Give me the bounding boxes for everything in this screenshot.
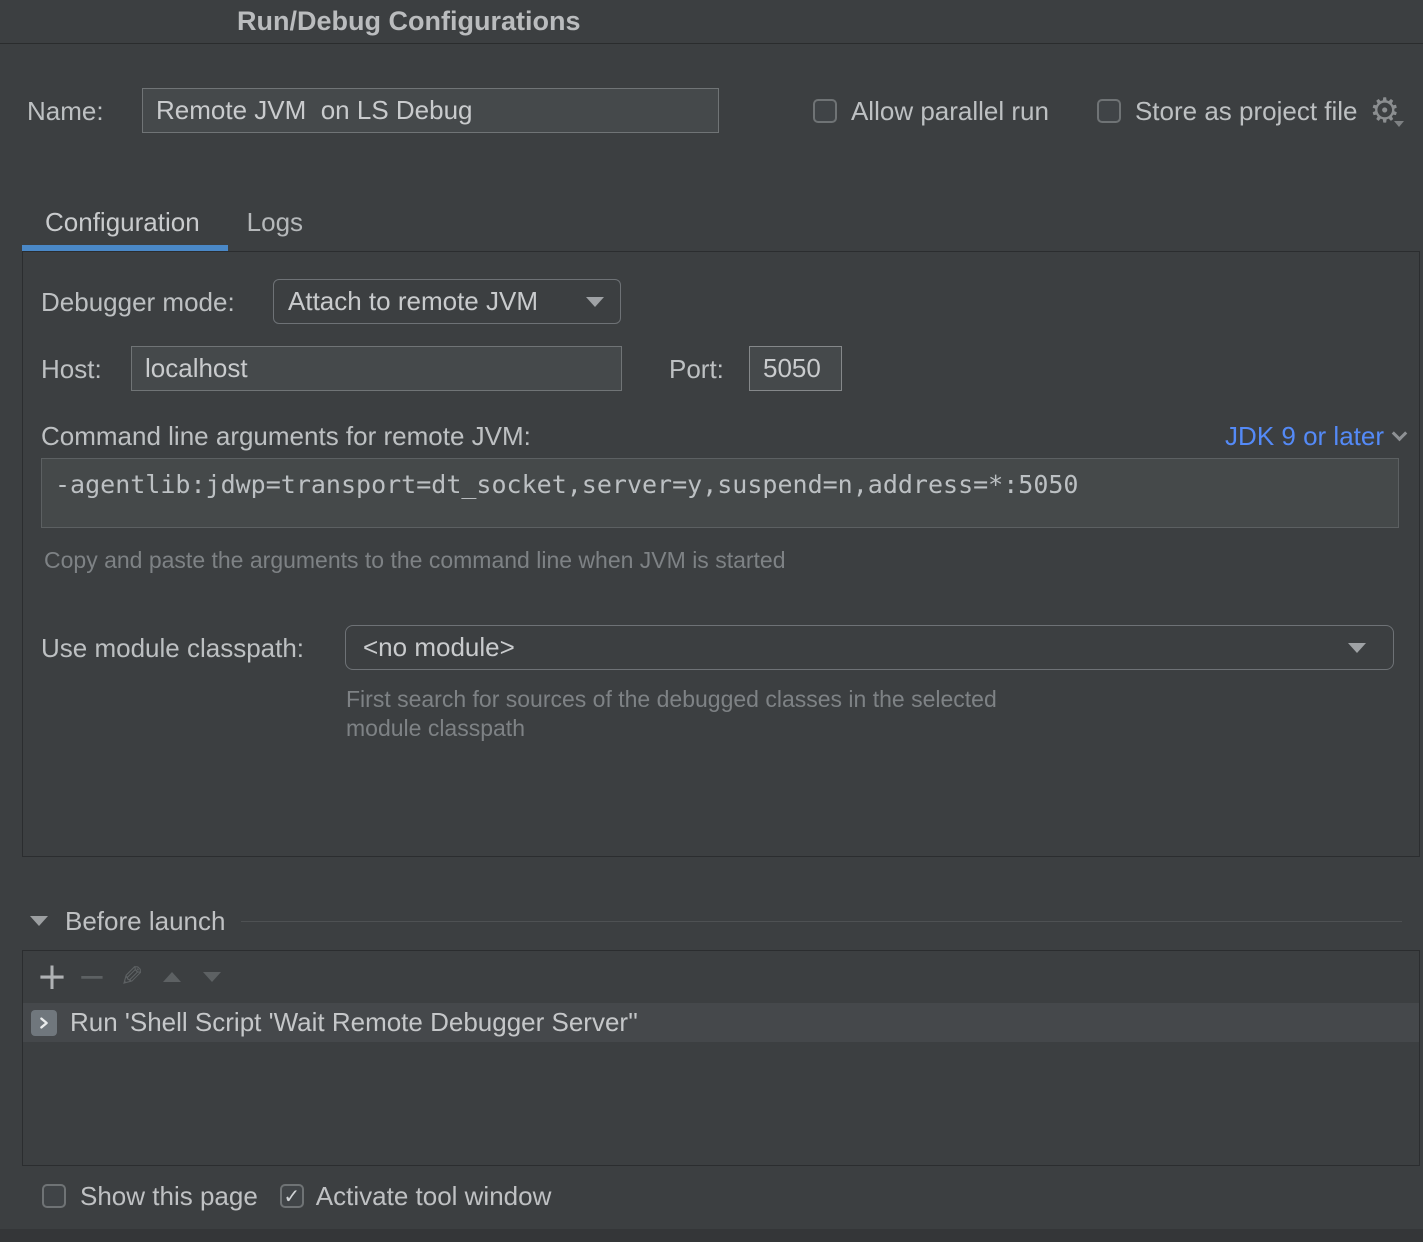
chevron-down-icon [586,297,604,307]
module-classpath-hint-line2: module classpath [346,714,997,743]
before-launch-toolbar: + − ✎ [23,951,1419,1003]
store-as-project-file-label: Store as project file [1135,97,1358,125]
dialog-footer-options: Show this page ✓ Activate tool window [42,1182,551,1210]
command-line-args-field[interactable]: -agentlib:jdwp=transport=dt_socket,serve… [41,458,1399,528]
port-label: Port: [669,355,724,383]
module-classpath-label: Use module classpath: [41,634,304,662]
before-launch-task-row[interactable]: Run 'Shell Script 'Wait Remote Debugger … [23,1003,1419,1042]
command-line-args-label: Command line arguments for remote JVM: [41,422,531,450]
arrow-up-icon [163,972,181,982]
command-line-args-hint: Copy and paste the arguments to the comm… [44,546,786,575]
before-launch-panel: + − ✎ Run 'Shell Script 'Wait Remote Deb… [22,950,1420,1166]
collapse-triangle-icon[interactable] [30,916,48,926]
run-task-icon [31,1010,57,1036]
section-divider [241,921,1402,922]
tab-bar: Configuration Logs [22,199,323,245]
store-settings-button[interactable]: ⚙ [1370,94,1400,128]
minus-icon: − [78,960,107,994]
before-launch-title: Before launch [65,906,225,937]
run-debug-configurations-dialog: Run/Debug Configurations Name: Allow par… [0,0,1423,1242]
pencil-icon: ✎ [120,960,143,994]
module-classpath-hint-line1: First search for sources of the debugged… [346,685,997,714]
module-classpath-select[interactable]: <no module> [345,625,1394,670]
allow-parallel-run-checkbox[interactable] [813,99,837,123]
jdk-version-value: JDK 9 or later [1225,422,1384,450]
chevron-down-icon [1394,121,1404,127]
dialog-title: Run/Debug Configurations [237,0,580,43]
debugger-mode-select[interactable]: Attach to remote JVM [273,279,621,324]
configuration-panel: Debugger mode: Attach to remote JVM Host… [22,251,1420,857]
host-input[interactable] [131,346,622,391]
activate-tool-window-checkbox[interactable]: ✓ [280,1184,304,1208]
tab-configuration[interactable]: Configuration [22,199,223,245]
add-button[interactable]: + [35,960,69,994]
tab-logs[interactable]: Logs [247,199,323,245]
move-down-button[interactable] [195,960,229,994]
chevron-down-icon [1348,643,1366,653]
debugger-mode-label: Debugger mode: [41,288,235,316]
module-classpath-hint: First search for sources of the debugged… [346,685,997,743]
show-this-page-checkbox[interactable] [42,1184,66,1208]
name-label: Name: [27,97,104,125]
checkmark-icon: ✓ [283,1186,300,1206]
allow-parallel-run-label: Allow parallel run [851,97,1049,125]
before-launch-task-label: Run 'Shell Script 'Wait Remote Debugger … [70,1007,638,1038]
tab-configuration-label: Configuration [45,207,200,237]
module-classpath-value: <no module> [363,632,515,663]
dialog-titlebar: Run/Debug Configurations [0,0,1423,44]
debugger-mode-value: Attach to remote JVM [288,286,538,317]
remove-button[interactable]: − [75,960,109,994]
edit-button[interactable]: ✎ [115,960,149,994]
activate-tool-window-label: Activate tool window [316,1182,552,1210]
store-as-project-file-checkbox[interactable] [1097,99,1121,123]
chevron-down-icon [1392,426,1408,442]
arrow-down-icon [203,972,221,982]
show-this-page-label: Show this page [80,1182,258,1210]
dialog-bottom-edge [0,1229,1423,1242]
host-label: Host: [41,355,102,383]
name-row-options: Allow parallel run Store as project file… [813,88,1400,133]
plus-icon: + [36,960,67,994]
before-launch-header: Before launch [30,906,1402,936]
jdk-version-selector[interactable]: JDK 9 or later [1225,422,1405,450]
port-input[interactable] [749,346,842,391]
name-input[interactable] [142,88,719,133]
move-up-button[interactable] [155,960,189,994]
tab-logs-label: Logs [247,207,303,237]
